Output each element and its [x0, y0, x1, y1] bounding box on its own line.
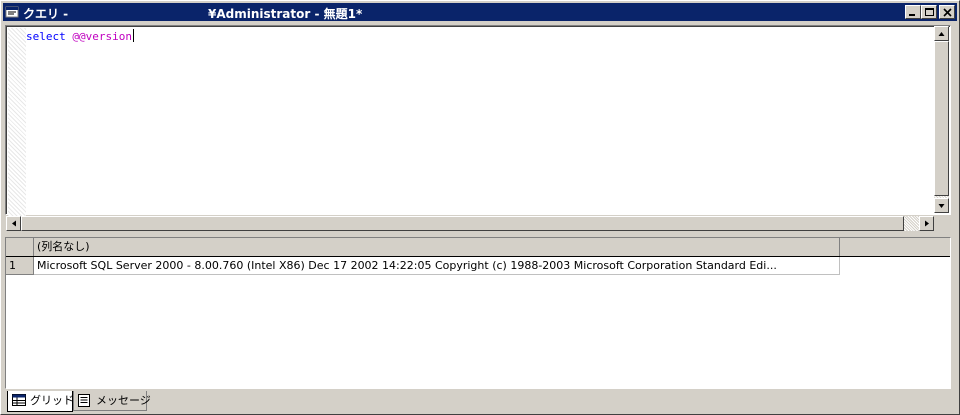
- grid-icon: [12, 394, 26, 406]
- minimize-button[interactable]: [905, 5, 921, 19]
- text-caret: [132, 29, 134, 42]
- result-cell[interactable]: Microsoft SQL Server 2000 - 8.00.760 (In…: [34, 257, 840, 275]
- tab-grid-label: グリッド: [30, 394, 74, 407]
- arrow-down-icon: [938, 204, 945, 208]
- vertical-scroll-thumb[interactable]: [934, 41, 949, 196]
- results-grid[interactable]: (列名なし) 1 Microsoft SQL Server 2000 - 8.0…: [5, 237, 951, 389]
- arrow-up-icon: [938, 32, 945, 36]
- sql-variable: @@version: [72, 30, 132, 43]
- grid-header-filler: [840, 238, 950, 256]
- tab-messages-label: メッセージ: [96, 394, 151, 407]
- query-window: クエリ - ¥Administrator - 無題1* select @@ver…: [0, 0, 960, 415]
- window-title-left: クエリ -: [23, 7, 69, 21]
- scrollbar-corner: [934, 216, 949, 231]
- column-header[interactable]: (列名なし): [34, 238, 840, 256]
- messages-icon: [78, 394, 90, 407]
- window-title: ¥Administrator - 無題1*: [208, 7, 363, 21]
- maximize-button[interactable]: [921, 5, 937, 19]
- grid-corner-cell[interactable]: [6, 238, 34, 256]
- tab-messages[interactable]: メッセージ: [73, 391, 151, 411]
- close-button[interactable]: [939, 5, 955, 19]
- grid-header: (列名なし): [6, 238, 950, 257]
- sql-keyword: select: [26, 30, 66, 43]
- row-number[interactable]: 1: [6, 257, 34, 275]
- query-editor[interactable]: select @@version: [5, 25, 951, 216]
- editor-gutter: [8, 28, 26, 216]
- title-bar[interactable]: クエリ - ¥Administrator - 無題1*: [3, 3, 957, 21]
- close-icon: [943, 8, 952, 17]
- minimize-icon: [909, 14, 915, 16]
- query-window-icon: [5, 6, 19, 18]
- maximize-icon: [925, 8, 934, 16]
- horizontal-scroll-thumb[interactable]: [21, 216, 904, 231]
- editor-horizontal-scrollbar[interactable]: [6, 216, 934, 231]
- tab-grid[interactable]: グリッド: [7, 391, 74, 412]
- arrow-left-icon: [12, 220, 16, 227]
- scroll-left-button[interactable]: [6, 216, 21, 231]
- scroll-up-button[interactable]: [934, 26, 949, 41]
- window-controls: [905, 5, 955, 19]
- result-tabs: グリッド メッセージ: [5, 391, 945, 412]
- arrow-right-icon: [925, 220, 929, 227]
- scroll-right-button[interactable]: [919, 216, 934, 231]
- scroll-down-button[interactable]: [934, 198, 949, 213]
- pane-splitter[interactable]: [5, 232, 951, 236]
- editor-vertical-scrollbar[interactable]: [934, 26, 949, 213]
- table-row[interactable]: 1 Microsoft SQL Server 2000 - 8.00.760 (…: [6, 257, 840, 275]
- code-line[interactable]: select @@version: [26, 29, 134, 43]
